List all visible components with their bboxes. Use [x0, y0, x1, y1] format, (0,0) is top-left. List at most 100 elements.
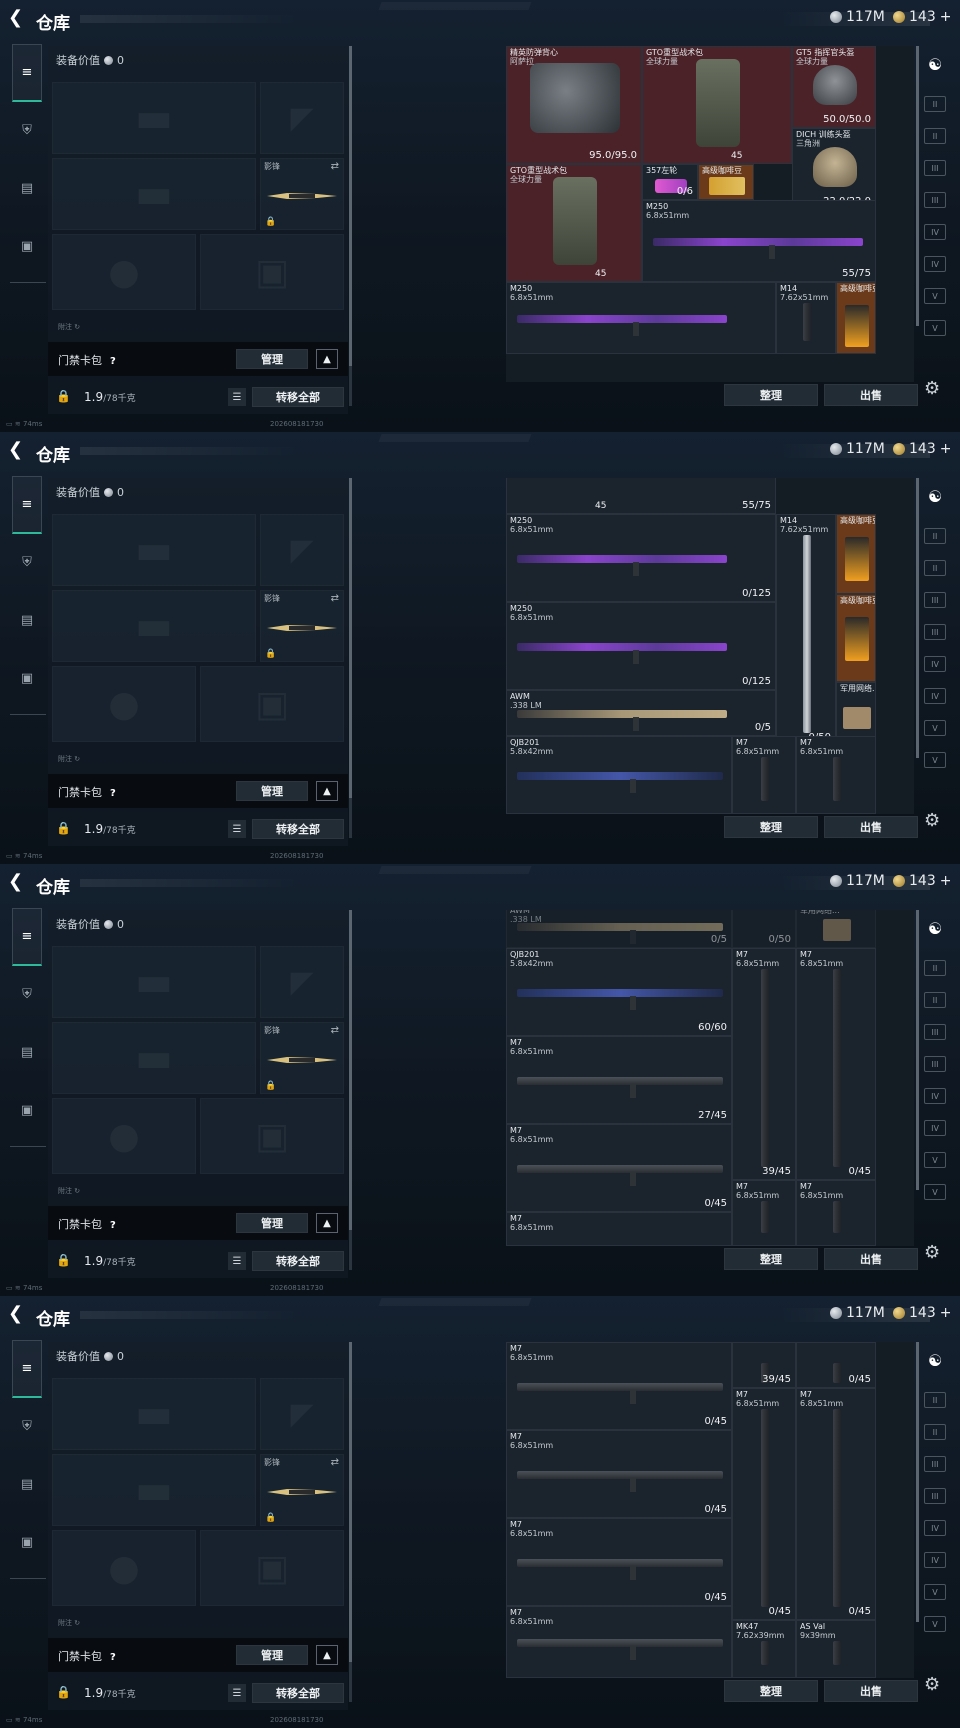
- grid-scrollbar[interactable]: [916, 46, 919, 326]
- chevron-up-icon[interactable]: ▲: [316, 1213, 338, 1233]
- storage-tab-4[interactable]: III: [924, 1488, 946, 1504]
- tab-armor[interactable]: ⛨: [13, 116, 41, 144]
- tab-supplies[interactable]: ▤: [13, 1038, 41, 1066]
- gear-icon[interactable]: ⚙: [924, 1242, 940, 1263]
- sort-button[interactable]: 整理: [724, 384, 818, 406]
- primary-weapon-slot[interactable]: ▬: [52, 1378, 256, 1450]
- sell-button[interactable]: 出售: [824, 1248, 918, 1270]
- inventory-item[interactable]: M147.62x51mm0/50: [776, 514, 836, 746]
- inventory-item[interactable]: GT5 指挥官头盔 全球力量 50.0/50.0: [792, 46, 876, 128]
- inventory-item[interactable]: M7 6.8x51mm 0/45: [796, 1388, 876, 1620]
- inventory-item[interactable]: 39/45: [732, 1342, 796, 1388]
- storage-tab-7[interactable]: V: [924, 288, 946, 304]
- helmet-slot[interactable]: ●: [52, 1530, 196, 1606]
- transfer-all-button[interactable]: 转移全部: [252, 819, 344, 839]
- storage-grid[interactable]: 4555/75M2506.8x51mm0/125M147.62x51mm0/50…: [506, 478, 914, 814]
- sell-button[interactable]: 出售: [824, 384, 918, 406]
- inventory-item[interactable]: M250 6.8x51mm 55/75: [642, 200, 876, 282]
- storage-tab-6[interactable]: IV: [924, 688, 946, 704]
- back-arrow-icon[interactable]: ❮: [8, 440, 26, 460]
- inventory-item[interactable]: M7 6.8x51mm: [796, 736, 876, 814]
- storage-tab-5[interactable]: IV: [924, 1088, 946, 1104]
- vault-icon[interactable]: ☯: [924, 919, 946, 938]
- inventory-item[interactable]: 357左轮 0/6: [642, 164, 698, 200]
- inventory-item[interactable]: AS Val 9x39mm: [796, 1620, 876, 1678]
- inventory-item[interactable]: M7 6.8x51mm 39/45: [732, 948, 796, 1180]
- swap-icon[interactable]: ⇄: [331, 1025, 339, 1036]
- equipment-scroll-thumb[interactable]: [349, 910, 352, 1230]
- storage-tab-8[interactable]: V: [924, 320, 946, 336]
- armor-slot[interactable]: ▣: [200, 666, 344, 742]
- gear-icon[interactable]: ⚙: [924, 1674, 940, 1695]
- tab-armor[interactable]: ⛨: [13, 980, 41, 1008]
- chevron-up-icon[interactable]: ▲: [316, 781, 338, 801]
- storage-grid[interactable]: 精英防弹背心 阿萨拉 95.0/95.0 GTO重型战术包 全球力量 45 GT5 指挥官头…: [506, 46, 914, 382]
- list-icon[interactable]: ☰: [228, 388, 246, 406]
- gold-currency[interactable]: 143 +: [893, 441, 951, 457]
- chevron-up-icon[interactable]: ▲: [316, 349, 338, 369]
- swap-icon[interactable]: ⇄: [331, 593, 339, 604]
- secondary-weapon-slot[interactable]: ▬: [52, 158, 256, 230]
- inventory-item[interactable]: 军用网络...: [796, 910, 876, 948]
- transfer-all-button[interactable]: 转移全部: [252, 1683, 344, 1703]
- gold-currency[interactable]: 143 +: [893, 873, 951, 889]
- inventory-item[interactable]: AWM .338 LM 0/5: [506, 690, 776, 736]
- armor-slot[interactable]: ▣: [200, 1530, 344, 1606]
- storage-tab-6[interactable]: IV: [924, 1120, 946, 1136]
- help-icon[interactable]: ?: [110, 356, 116, 367]
- inventory-item[interactable]: 高级咖啡豆: [836, 594, 876, 682]
- storage-grid[interactable]: M7 6.8x51mm 0/45 39/45 0/45 M7 6.8x51mm 0/45 M7 6…: [506, 1342, 914, 1678]
- transfer-all-button[interactable]: 转移全部: [252, 1251, 344, 1271]
- inventory-item[interactable]: QJB201 5.8x42mm 60/60: [506, 948, 732, 1036]
- tab-loadout[interactable]: ≡: [12, 476, 42, 534]
- storage-tab-8[interactable]: V: [924, 1184, 946, 1200]
- primary-weapon-slot[interactable]: ▬: [52, 82, 256, 154]
- help-icon[interactable]: ?: [110, 1220, 116, 1231]
- inventory-item[interactable]: M250 6.8x51mm 0/125: [506, 514, 776, 602]
- inventory-item[interactable]: M250 6.8x51mm: [506, 282, 776, 354]
- manage-button[interactable]: 管理: [236, 349, 308, 369]
- inventory-item[interactable]: QJB201 5.8x42mm: [506, 736, 732, 814]
- vault-icon[interactable]: ☯: [924, 1351, 946, 1370]
- pistol-slot[interactable]: ◤: [260, 514, 344, 586]
- grid-scrollbar[interactable]: [916, 478, 919, 758]
- armor-slot[interactable]: ▣: [200, 234, 344, 310]
- storage-tab-1[interactable]: II: [924, 528, 946, 544]
- primary-weapon-slot[interactable]: ▬: [52, 946, 256, 1018]
- secondary-weapon-slot[interactable]: ▬: [52, 1022, 256, 1094]
- pistol-slot[interactable]: ◤: [260, 946, 344, 1018]
- gold-currency[interactable]: 143 +: [893, 9, 951, 25]
- primary-weapon-slot[interactable]: ▬: [52, 514, 256, 586]
- list-icon[interactable]: ☰: [228, 1684, 246, 1702]
- melee-slot[interactable]: 影锋 ⇄ 🔒: [260, 1022, 344, 1094]
- grid-scrollbar[interactable]: [916, 910, 919, 1190]
- inventory-item[interactable]: M250 6.8x51mm 0/125: [506, 602, 776, 690]
- melee-slot[interactable]: 影锋 ⇄ 🔒: [260, 158, 344, 230]
- storage-tab-8[interactable]: V: [924, 1616, 946, 1632]
- storage-tab-3[interactable]: III: [924, 1456, 946, 1472]
- inventory-item[interactable]: M7 6.8x51mm: [732, 736, 796, 814]
- tab-supplies[interactable]: ▤: [13, 174, 41, 202]
- vault-icon[interactable]: ☯: [924, 487, 946, 506]
- inventory-item[interactable]: 高级咖啡豆: [698, 164, 754, 200]
- storage-tab-4[interactable]: III: [924, 1056, 946, 1072]
- inventory-item[interactable]: M7 6.8x51mm: [796, 1180, 876, 1246]
- inventory-item[interactable]: M7 6.8x51mm: [732, 1180, 796, 1246]
- tab-armor[interactable]: ⛨: [13, 1412, 41, 1440]
- back-arrow-icon[interactable]: ❮: [8, 872, 26, 892]
- inventory-item[interactable]: 0/50: [732, 910, 796, 948]
- tab-supplies[interactable]: ▤: [13, 606, 41, 634]
- help-icon[interactable]: ?: [110, 1652, 116, 1663]
- storage-tab-2[interactable]: II: [924, 128, 946, 144]
- inventory-item[interactable]: M7 6.8x51mm 0/45: [506, 1342, 732, 1430]
- inventory-item[interactable]: GTO重型战术包 全球力量 45: [642, 46, 792, 164]
- inventory-item[interactable]: DICH 训练头盔三角洲22.0/22.0: [792, 128, 876, 210]
- inventory-item[interactable]: 0/45: [796, 1342, 876, 1388]
- secondary-weapon-slot[interactable]: ▬: [52, 590, 256, 662]
- melee-slot[interactable]: 影锋 ⇄ 🔒: [260, 1454, 344, 1526]
- inventory-item[interactable]: 精英防弹背心 阿萨拉 95.0/95.0: [506, 46, 642, 164]
- tab-case[interactable]: ▣: [13, 1528, 41, 1556]
- inventory-item[interactable]: M7 6.8x51mm 0/45: [796, 948, 876, 1180]
- inventory-item[interactable]: M7 6.8x51mm 0/45: [732, 1388, 796, 1620]
- pistol-slot[interactable]: ◤: [260, 82, 344, 154]
